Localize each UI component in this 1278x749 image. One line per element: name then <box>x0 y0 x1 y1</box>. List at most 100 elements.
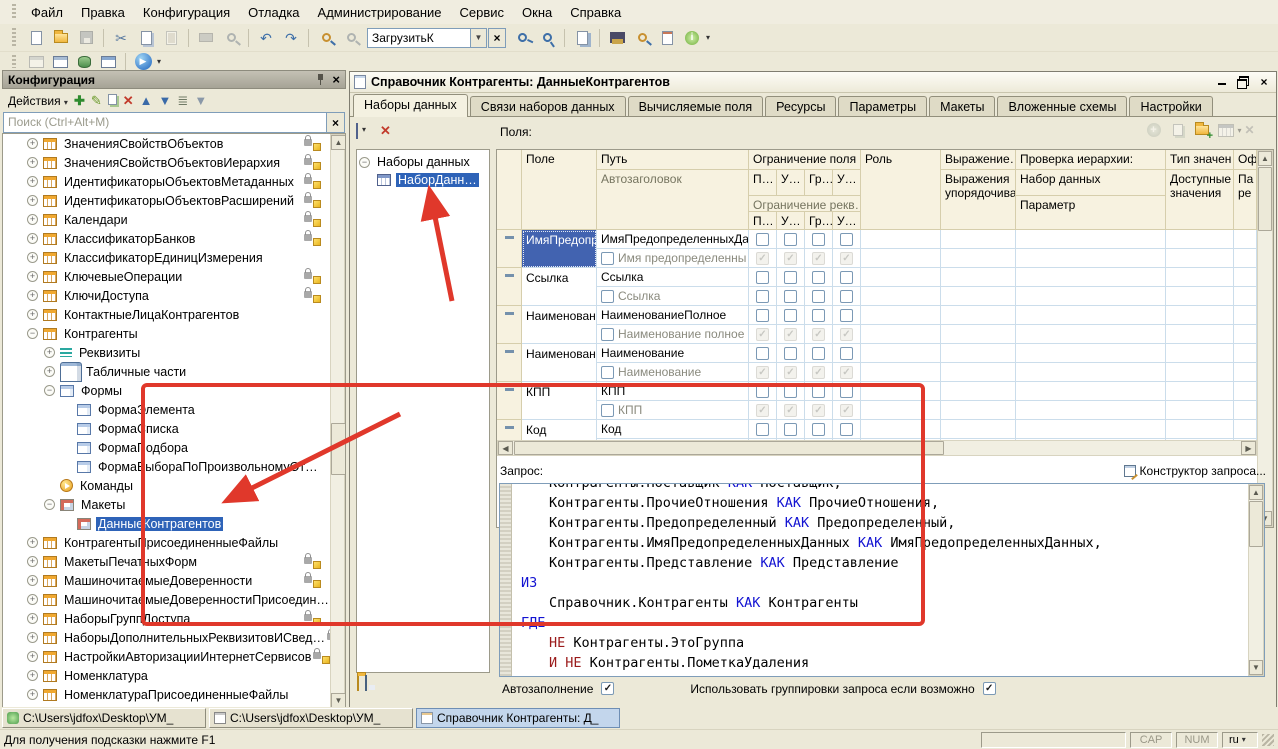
cell-empty[interactable] <box>861 344 941 363</box>
title-checkbox[interactable] <box>601 290 614 303</box>
cell-empty[interactable] <box>1234 325 1257 344</box>
tree-item[interactable]: +МакетыПечатныхФорм <box>3 552 345 571</box>
cell-empty[interactable] <box>941 382 1016 401</box>
scroll-up-icon[interactable]: ▲ <box>331 135 346 150</box>
cell-empty[interactable] <box>1166 325 1234 344</box>
add-table-icon[interactable] <box>1217 122 1234 138</box>
save-file-icon[interactable] <box>365 676 367 690</box>
cell-limit-checkbox[interactable] <box>777 420 805 439</box>
cell-attr-limit-checkbox[interactable] <box>777 401 805 420</box>
clear-search-icon[interactable]: × <box>488 28 506 48</box>
expand-icon[interactable]: + <box>27 575 38 586</box>
start-debug-icon[interactable]: ▶ <box>133 53 153 70</box>
cell-limit-checkbox[interactable] <box>805 306 833 325</box>
tree-item-label[interactable]: Формы <box>79 384 124 398</box>
collapse-icon[interactable]: − <box>27 328 38 339</box>
print-icon[interactable] <box>195 27 217 49</box>
cell-empty[interactable] <box>1016 249 1166 268</box>
table-row[interactable]: НаименованНаименованиеПолноеНаименование… <box>497 306 1257 344</box>
scroll-left-icon[interactable]: ◀ <box>498 441 513 455</box>
title-checkbox[interactable] <box>601 404 614 417</box>
cell-path[interactable]: КПП <box>597 382 749 401</box>
expand-icon[interactable]: + <box>27 537 38 548</box>
header-field[interactable]: Поле <box>522 150 597 230</box>
cell-empty[interactable] <box>941 420 1016 439</box>
expand-icon[interactable]: + <box>27 594 38 605</box>
tree-item-label[interactable]: КлассификаторБанков <box>62 232 197 246</box>
cell-empty[interactable] <box>1166 363 1234 382</box>
checkbox-unchecked[interactable] <box>812 290 825 303</box>
database-icon[interactable] <box>74 53 94 70</box>
expand-icon[interactable]: + <box>27 290 38 301</box>
checkbox-unchecked[interactable] <box>784 423 797 436</box>
cell-limit-checkbox[interactable] <box>805 230 833 249</box>
cell-field[interactable]: Наименован <box>522 306 597 344</box>
copy-add-icon[interactable] <box>108 94 117 107</box>
row-handle[interactable] <box>497 382 522 420</box>
tree-item[interactable]: +КлючиДоступа <box>3 286 345 305</box>
sort-icon[interactable]: ≣ <box>177 94 188 107</box>
scroll-down-icon[interactable]: ▼ <box>331 693 346 708</box>
cell-empty[interactable] <box>1166 306 1234 325</box>
checkbox-unchecked[interactable] <box>840 347 853 360</box>
cell-empty[interactable] <box>1234 306 1257 325</box>
preview-icon[interactable] <box>220 27 242 49</box>
search-combobox-value[interactable]: ЗагрузитьК <box>367 28 471 48</box>
tree-item-label[interactable]: ФормаСписка <box>96 422 181 436</box>
cell-attr-limit-checkbox[interactable] <box>833 287 861 306</box>
collapse-icon[interactable]: − <box>44 385 55 396</box>
cell-attr-limit-checkbox[interactable] <box>805 287 833 306</box>
title-checkbox[interactable] <box>601 252 614 265</box>
cell-empty[interactable] <box>1016 306 1166 325</box>
cell-empty[interactable] <box>1234 249 1257 268</box>
tree-item-label[interactable]: ФормаПодбора <box>96 441 190 455</box>
expand-icon[interactable]: + <box>44 366 55 377</box>
find-next-icon[interactable] <box>511 27 533 49</box>
filter-icon[interactable]: ▼ <box>194 94 207 107</box>
expand-icon[interactable]: + <box>27 689 38 700</box>
tree-item[interactable]: +КонтрагентыПрисоединенныеФайлы <box>3 533 345 552</box>
document-icon[interactable] <box>656 27 678 49</box>
tree-item[interactable]: +КлючевыеОперации <box>3 267 345 286</box>
expand-icon[interactable]: + <box>27 309 38 320</box>
tree-item-label[interactable]: ДанныеКонтрагентов <box>96 517 223 531</box>
tab-Параметры[interactable]: Параметры <box>838 96 927 116</box>
close-icon[interactable]: × <box>1256 75 1272 89</box>
tree-item[interactable]: +КонтактныеЛицаКонтрагентов <box>3 305 345 324</box>
cell-attr-limit-checkbox[interactable] <box>749 287 777 306</box>
cell-empty[interactable] <box>1234 287 1257 306</box>
autofill-checkbox[interactable] <box>601 682 614 695</box>
expand-icon[interactable]: + <box>44 347 55 358</box>
cell-attr-limit-checkbox[interactable] <box>805 249 833 268</box>
cell-title[interactable]: Ссылка <box>597 287 749 306</box>
tab-Вычисляемые поля[interactable]: Вычисляемые поля <box>628 96 764 116</box>
cell-empty[interactable] <box>1234 230 1257 249</box>
cell-limit-checkbox[interactable] <box>833 344 861 363</box>
tree-item[interactable]: +НоменклатураПрисоединенныеФайлы <box>3 685 345 704</box>
header-field-limit[interactable]: Ограничение поля <box>749 150 861 170</box>
cell-empty[interactable] <box>1016 420 1166 439</box>
checkbox-checked[interactable] <box>784 252 797 265</box>
cell-limit-checkbox[interactable] <box>805 344 833 363</box>
cell-limit-checkbox[interactable] <box>833 420 861 439</box>
search-icon[interactable] <box>340 27 362 49</box>
tree-item-label[interactable]: Табличные части <box>84 365 188 379</box>
menu-item-Справка[interactable]: Справка <box>561 2 630 23</box>
collapse-icon[interactable]: − <box>44 499 55 510</box>
cell-attr-limit-checkbox[interactable] <box>833 363 861 382</box>
cell-path[interactable]: Код <box>597 420 749 439</box>
window-icon[interactable] <box>26 53 46 70</box>
cell-empty[interactable] <box>941 287 1016 306</box>
checkbox-unchecked[interactable] <box>840 309 853 322</box>
tab-Ресурсы[interactable]: Ресурсы <box>765 96 836 116</box>
cell-empty[interactable] <box>1166 344 1234 363</box>
expand-icon[interactable]: + <box>27 138 38 149</box>
tree-item[interactable]: +МашиночитаемыеДоверенности <box>3 571 345 590</box>
cell-limit-checkbox[interactable] <box>805 420 833 439</box>
query-designer-link[interactable]: Конструктор запроса... <box>1124 464 1266 478</box>
tab-Связи наборов данных[interactable]: Связи наборов данных <box>470 96 626 116</box>
table-row[interactable]: СсылкаСсылкаСсылка <box>497 268 1257 306</box>
row-handle[interactable] <box>497 420 522 442</box>
scroll-thumb[interactable] <box>514 441 944 455</box>
tree-item-label[interactable]: КлючевыеОперации <box>62 270 184 284</box>
